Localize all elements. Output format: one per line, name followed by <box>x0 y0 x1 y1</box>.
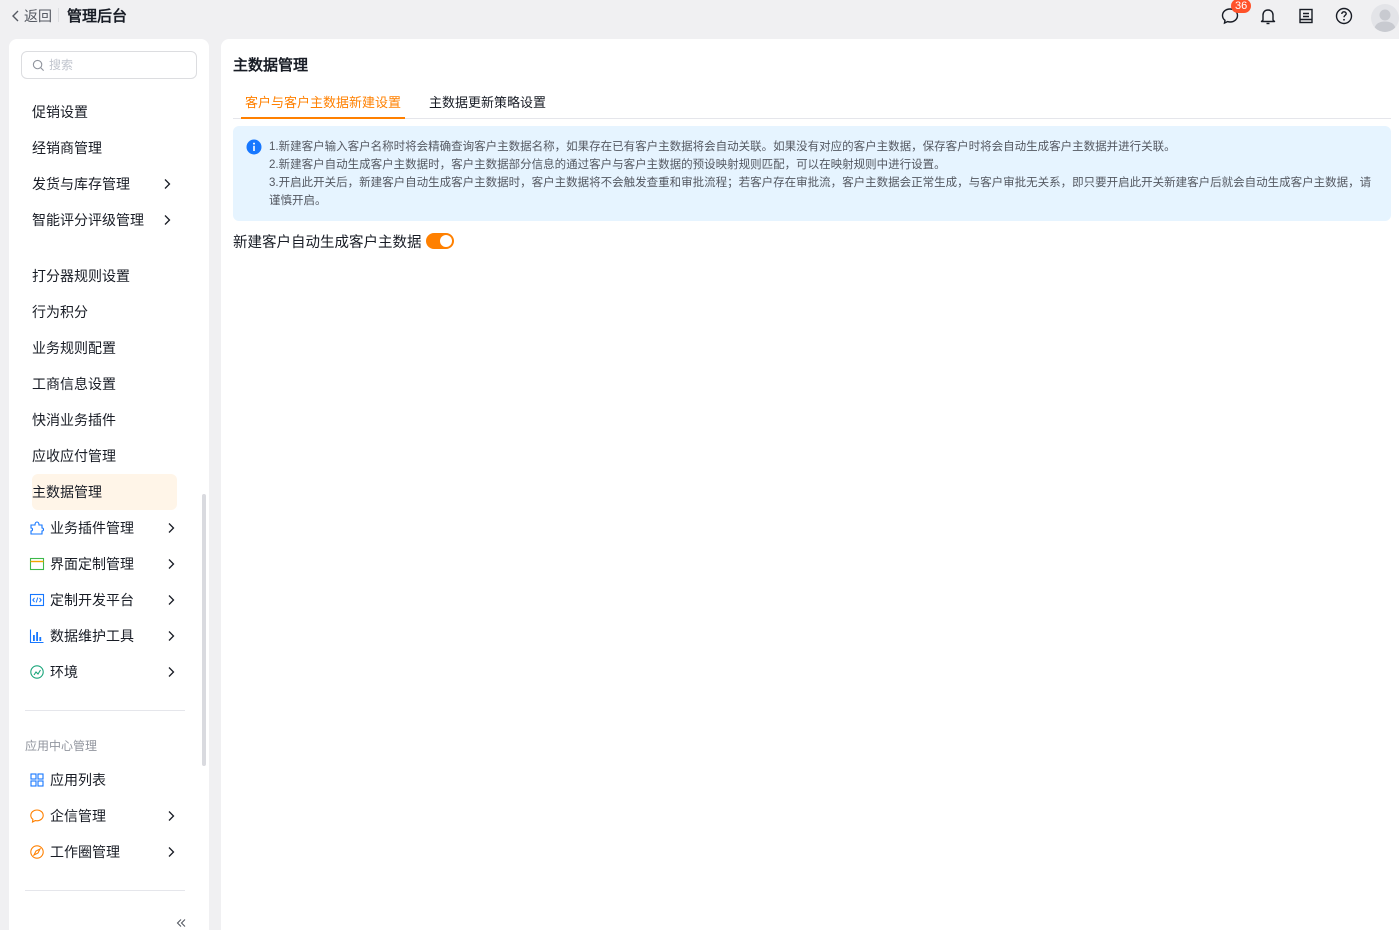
sidebar-item-dev-platform[interactable]: 定制开发平台 <box>29 590 177 610</box>
bar-chart-icon <box>29 629 44 644</box>
sidebar-item-plugins[interactable]: 业务插件管理 <box>29 518 177 538</box>
sidebar-item-label: 智能评分评级管理 <box>32 212 144 228</box>
user-avatar[interactable] <box>1371 4 1399 32</box>
sidebar-item-shipping-inventory[interactable]: 发货与库存管理 <box>32 174 177 194</box>
sidebar-item-label: 发货与库存管理 <box>32 176 130 192</box>
messages-button[interactable]: 36 <box>1219 0 1252 27</box>
window-icon <box>29 557 45 571</box>
tab-customer-master-create[interactable]: 客户与客户主数据新建设置 <box>241 92 405 119</box>
sidebar-divider <box>25 890 185 891</box>
sidebar-item-label: 界面定制管理 <box>50 556 134 572</box>
group-label-app-center: 应用中心管理 <box>25 739 98 753</box>
app-title: 管理后台 <box>67 8 128 25</box>
sidebar-item-label: 数据维护工具 <box>50 628 134 644</box>
compass-icon <box>30 845 44 859</box>
chevron-right-icon <box>168 667 175 677</box>
sidebar-item-work-circle[interactable]: 工作圈管理 <box>29 842 177 862</box>
chevron-right-icon <box>164 179 171 189</box>
sidebar-item-label: 工商信息设置 <box>32 376 116 392</box>
sidebar-item-label: 打分器规则设置 <box>32 268 130 284</box>
sidebar-item-environment[interactable]: 环境 <box>29 662 177 682</box>
sidebar-item-label: 应用列表 <box>50 772 106 788</box>
back-label: 返回 <box>24 8 52 24</box>
clipboard-icon <box>1299 8 1313 24</box>
sidebar-item-label: 企信管理 <box>50 808 106 824</box>
sidebar-item-label: 环境 <box>50 664 78 680</box>
sidebar-item-fmcg-plugin[interactable]: 快消业务插件 <box>32 410 177 430</box>
sidebar-item-app-list[interactable]: 应用列表 <box>29 770 177 790</box>
info-icon <box>246 139 262 155</box>
sidebar-divider <box>25 710 185 711</box>
sidebar-item-label: 主数据管理 <box>32 484 102 500</box>
puzzle-icon <box>30 521 45 535</box>
chevron-right-icon <box>168 559 175 569</box>
sidebar-item-label: 经销商管理 <box>32 140 102 156</box>
help-icon <box>1335 7 1353 25</box>
chevron-right-icon <box>168 631 175 641</box>
help-button[interactable] <box>1333 5 1355 27</box>
sidebar-item-label: 定制开发平台 <box>50 592 134 608</box>
sidebar-scrollbar[interactable] <box>202 494 206 766</box>
sidebar-item-scorer-rules[interactable]: 打分器规则设置 <box>32 266 177 286</box>
sidebar-item-receivables[interactable]: 应收应付管理 <box>32 446 177 466</box>
sidebar-item-label: 促销设置 <box>32 104 88 120</box>
sidebar-item-master-data[interactable]: 主数据管理 <box>32 482 177 502</box>
sidebar-item-data-tools[interactable]: 数据维护工具 <box>29 626 177 646</box>
chevron-right-icon <box>164 215 171 225</box>
notice-line: 1.新建客户输入客户名称时将会精确查询客户主数据名称，如果存在已有客户主数据将会… <box>269 141 1176 153</box>
info-notice: 1.新建客户输入客户名称时将会精确查询客户主数据名称，如果存在已有客户主数据将会… <box>233 126 1391 221</box>
notice-line: 3.开启此开关后，新建客户自动生成客户主数据时，客户主数据将不会触发查重和审批流… <box>269 177 1372 207</box>
header-divider <box>58 8 59 22</box>
environment-icon <box>30 665 44 679</box>
sidebar-item-label: 业务插件管理 <box>50 520 134 536</box>
bell-icon <box>1260 9 1276 25</box>
sidebar-item-label: 工作圈管理 <box>50 844 120 860</box>
notice-line: 2.新建客户自动生成客户主数据时，客户主数据部分信息的通过客户与客户主数据的预设… <box>269 159 946 171</box>
toggle-knob <box>439 235 452 247</box>
sidebar-item-label: 行为积分 <box>32 304 88 320</box>
setting-label: 新建客户自动生成客户主数据 <box>233 234 422 251</box>
chevron-right-icon <box>168 523 175 533</box>
tasks-button[interactable] <box>1295 5 1317 27</box>
collapse-sidebar-icon[interactable] <box>175 917 187 929</box>
sidebar-item-smart-scoring[interactable]: 智能评分评级管理 <box>32 210 177 230</box>
grid-icon <box>30 773 44 787</box>
sidebar-item-label: 快消业务插件 <box>32 412 116 428</box>
search-input[interactable] <box>49 58 189 72</box>
code-icon <box>29 593 45 607</box>
sidebar: 促销设置 经销商管理 发货与库存管理 智能评分评级管理 打分器规则设置 行为积分… <box>9 39 209 930</box>
main-panel: 主数据管理 客户与客户主数据新建设置 主数据更新策略设置 1.新建客户输入客户名… <box>221 39 1399 930</box>
top-bar: 返回 管理后台 36 <box>0 0 1399 38</box>
sidebar-item-business-rules[interactable]: 业务规则配置 <box>32 338 177 358</box>
page-title: 主数据管理 <box>233 57 309 74</box>
tab-bar: 客户与客户主数据新建设置 主数据更新策略设置 <box>233 87 1391 119</box>
header-actions: 36 <box>1219 0 1399 32</box>
user-icon <box>1374 9 1396 32</box>
notifications-button[interactable] <box>1257 5 1279 27</box>
tab-master-update-strategy[interactable]: 主数据更新策略设置 <box>429 92 546 119</box>
sidebar-item-label: 业务规则配置 <box>32 340 116 356</box>
sidebar-item-ui-custom[interactable]: 界面定制管理 <box>29 554 177 574</box>
auto-create-toggle[interactable] <box>425 233 454 249</box>
chevron-right-icon <box>168 847 175 857</box>
search-icon <box>32 59 45 71</box>
back-button[interactable]: 返回 <box>10 6 52 26</box>
sidebar-item-business-info[interactable]: 工商信息设置 <box>32 374 177 394</box>
message-count-badge: 36 <box>1231 0 1252 13</box>
chevron-left-icon <box>12 10 19 22</box>
sidebar-item-distributor[interactable]: 经销商管理 <box>32 138 177 158</box>
setting-row-auto-create: 新建客户自动生成客户主数据 <box>233 231 454 251</box>
sidebar-item-promotion[interactable]: 促销设置 <box>32 102 177 122</box>
chevron-right-icon <box>168 811 175 821</box>
sidebar-item-enterprise-msg[interactable]: 企信管理 <box>29 806 177 826</box>
chevron-right-icon <box>168 595 175 605</box>
sidebar-item-behavior-points[interactable]: 行为积分 <box>32 302 177 322</box>
sidebar-item-label: 应收应付管理 <box>32 448 116 464</box>
chat-icon <box>30 809 44 823</box>
sidebar-search <box>21 51 197 79</box>
